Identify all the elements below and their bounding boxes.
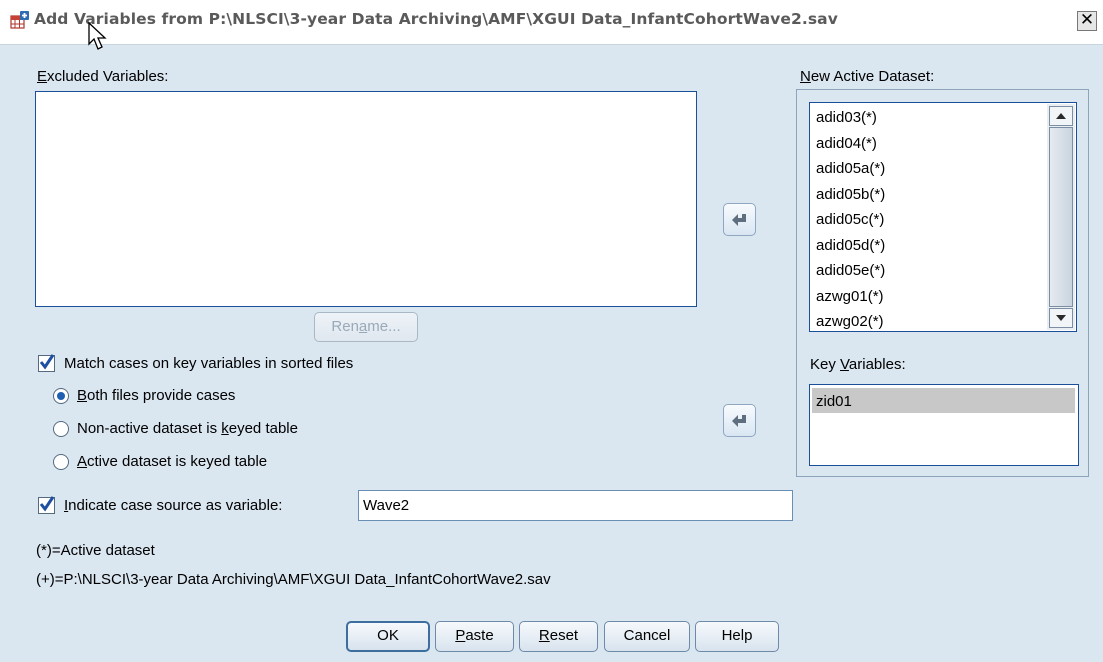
- list-item[interactable]: adid05d(*): [816, 237, 885, 254]
- key-variables-label: Key Variables:: [810, 356, 906, 373]
- checkmark-icon: [39, 354, 55, 370]
- window-title: Add Variables from P:\NLSCI\3-year Data …: [34, 10, 838, 28]
- key-variables-list[interactable]: zid01: [809, 384, 1079, 466]
- list-item[interactable]: adid04(*): [816, 135, 877, 152]
- move-to-excluded-button[interactable]: [723, 203, 756, 236]
- case-source-checkbox[interactable]: [38, 496, 55, 514]
- new-active-dataset-label: New Active Dataset:: [800, 68, 935, 85]
- radio-non-active-keyed-label: Non-active dataset is keyed table: [77, 420, 298, 437]
- excluded-variables-label: Excluded Variables:: [37, 68, 169, 85]
- scroll-up-button[interactable]: [1049, 106, 1073, 126]
- arrow-left-icon: [732, 214, 746, 226]
- chevron-up-icon: [1056, 113, 1066, 119]
- active-dataset-list[interactable]: adid03(*) adid04(*) adid05a(*) adid05b(*…: [809, 102, 1077, 332]
- list-item[interactable]: adid03(*): [816, 109, 877, 126]
- app-icon: [10, 11, 29, 29]
- excluded-variables-list[interactable]: [35, 91, 697, 307]
- list-item[interactable]: azwg02(*): [816, 313, 884, 330]
- other-dataset-note: (+)=P:\NLSCI\3-year Data Archiving\AMF\X…: [36, 571, 551, 588]
- close-button[interactable]: ✕: [1077, 11, 1097, 31]
- scroll-thumb[interactable]: [1049, 127, 1073, 307]
- list-item[interactable]: adid05b(*): [816, 186, 885, 203]
- arrow-left-icon: [732, 415, 746, 427]
- move-from-key-variables-button[interactable]: [723, 404, 756, 437]
- cancel-button[interactable]: Cancel: [604, 621, 690, 652]
- list-item[interactable]: zid01: [816, 393, 852, 410]
- reset-button[interactable]: Reset: [519, 621, 598, 652]
- list-item[interactable]: azwg01(*): [816, 288, 884, 305]
- help-button[interactable]: Help: [695, 621, 779, 652]
- paste-button[interactable]: Paste: [435, 621, 514, 652]
- checkmark-icon: [39, 496, 55, 512]
- radio-non-active-keyed[interactable]: [53, 421, 69, 437]
- match-cases-checkbox[interactable]: [38, 354, 55, 372]
- list-item[interactable]: adid05a(*): [816, 160, 885, 177]
- scroll-down-button[interactable]: [1049, 308, 1073, 328]
- active-dataset-note: (*)=Active dataset: [36, 542, 155, 559]
- chevron-down-icon: [1056, 315, 1066, 321]
- mouse-cursor-icon: [88, 22, 107, 50]
- rename-button: Rename...: [314, 312, 418, 342]
- list-item[interactable]: adid05c(*): [816, 211, 884, 228]
- radio-active-keyed[interactable]: [53, 454, 69, 470]
- scrollbar[interactable]: [1047, 104, 1075, 330]
- radio-active-keyed-label: Active dataset is keyed table: [77, 453, 268, 470]
- case-source-input[interactable]: [358, 490, 793, 521]
- list-item[interactable]: adid05e(*): [816, 262, 885, 279]
- radio-both-files-label: Both files provide cases: [77, 387, 236, 404]
- radio-both-files[interactable]: [53, 388, 69, 404]
- case-source-label: Indicate case source as variable:: [64, 497, 283, 514]
- match-cases-label: Match cases on key variables in sorted f…: [64, 355, 354, 372]
- ok-button[interactable]: OK: [346, 621, 430, 652]
